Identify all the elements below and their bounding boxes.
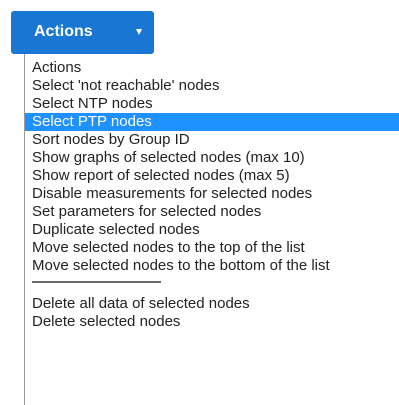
menu-item-sort-by-group-id[interactable]: Sort nodes by Group ID [25, 131, 399, 149]
actions-dropdown-list[interactable]: Actions Select 'not reachable' nodes Sel… [24, 54, 399, 405]
menu-item-move-to-bottom[interactable]: Move selected nodes to the bottom of the… [25, 257, 399, 275]
menu-item-disable-measurements[interactable]: Disable measurements for selected nodes [25, 185, 399, 203]
menu-item-show-graphs[interactable]: Show graphs of selected nodes (max 10) [25, 149, 399, 167]
menu-separator-line [32, 281, 161, 283]
menu-item-select-ntp[interactable]: Select NTP nodes [25, 95, 399, 113]
caret-down-icon [136, 29, 142, 35]
menu-item-duplicate[interactable]: Duplicate selected nodes [25, 221, 399, 239]
menu-item-move-to-top[interactable]: Move selected nodes to the top of the li… [25, 239, 399, 257]
menu-item-select-ptp[interactable]: Select PTP nodes [25, 113, 399, 131]
menu-item-actions[interactable]: Actions [25, 59, 399, 77]
menu-item-show-report[interactable]: Show report of selected nodes (max 5) [25, 167, 399, 185]
menu-item-delete-selected[interactable]: Delete selected nodes [25, 313, 399, 331]
menu-separator [25, 275, 399, 295]
menu-item-delete-all-data[interactable]: Delete all data of selected nodes [25, 295, 399, 313]
menu-item-select-not-reachable[interactable]: Select 'not reachable' nodes [25, 77, 399, 95]
actions-button-label: Actions [34, 23, 93, 40]
menu-item-set-parameters[interactable]: Set parameters for selected nodes [25, 203, 399, 221]
actions-button[interactable]: Actions [11, 11, 154, 54]
